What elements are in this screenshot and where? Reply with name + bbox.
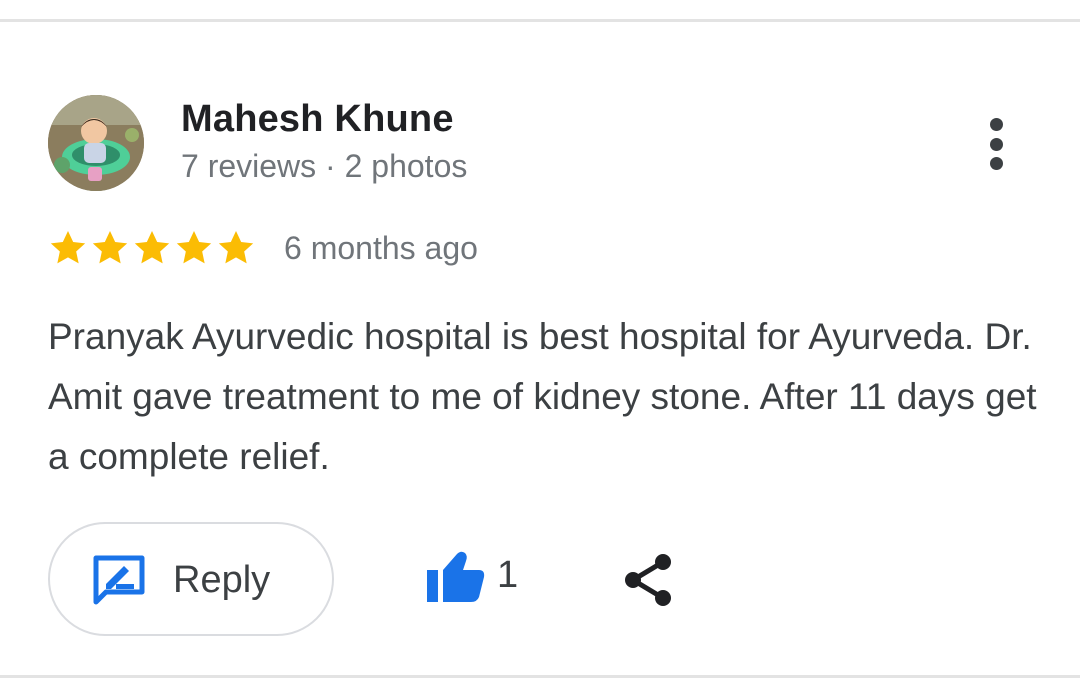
- user-avatar-photo-icon: [48, 95, 144, 191]
- rate-review-icon: [93, 555, 145, 605]
- more-vert-icon: [989, 118, 1003, 131]
- reply-label: Reply: [173, 559, 271, 601]
- thumb-up-icon: [427, 551, 485, 602]
- more-vert-icon-dot: [989, 137, 1003, 151]
- rating-row: 6 months ago: [48, 226, 478, 270]
- review-text: Pranyak Ayurvedic hospital is best hospi…: [48, 316, 1037, 477]
- author-name[interactable]: Mahesh Khune: [181, 98, 454, 141]
- star-icon: [176, 231, 212, 264]
- like-button[interactable]: 1: [425, 548, 525, 604]
- bottom-divider: [0, 675, 1080, 678]
- review-card: Mahesh Khune 7 reviews · 2 photos 6 mont…: [0, 0, 1080, 698]
- avatar[interactable]: [48, 95, 144, 191]
- review-time: 6 months ago: [284, 229, 478, 266]
- star-rating: [48, 228, 256, 268]
- star-icon: [218, 231, 254, 264]
- reply-button[interactable]: Reply: [48, 522, 334, 636]
- star-icon: [134, 231, 170, 264]
- star-icon: [50, 231, 86, 264]
- share-icon[interactable]: [622, 553, 674, 607]
- star-icon: [92, 231, 128, 264]
- more-vert-icon-dot: [989, 157, 1003, 170]
- author-meta: 7 reviews · 2 photos: [181, 148, 468, 184]
- more-options-button[interactable]: [975, 116, 1017, 172]
- like-count: 1: [497, 554, 519, 596]
- top-divider: [0, 19, 1080, 22]
